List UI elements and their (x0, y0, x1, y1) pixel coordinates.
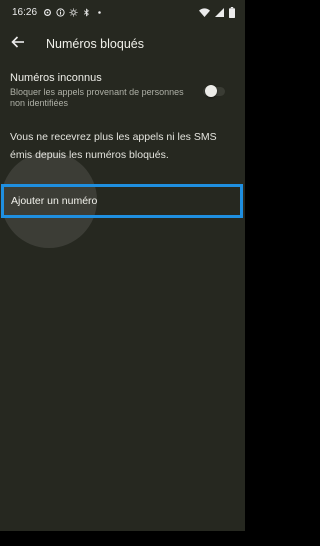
signal-icon (215, 7, 224, 17)
add-number-label: Ajouter un numéro (11, 195, 98, 207)
navigation-bar (0, 531, 245, 546)
info-icon (56, 7, 65, 17)
status-bar: 16:26 (0, 0, 245, 24)
unknown-numbers-title: Numéros inconnus (10, 72, 102, 84)
toggle-thumb (205, 85, 217, 97)
status-left-group: 16:26 (12, 7, 104, 18)
unknown-numbers-setting[interactable]: Numéros inconnus Bloquer les appels prov… (0, 68, 245, 112)
settings-icon (43, 8, 52, 17)
back-button[interactable] (0, 26, 36, 62)
brightness-icon (69, 7, 78, 17)
add-number-button[interactable]: Ajouter un numéro (1, 184, 243, 218)
bluetooth-icon (82, 7, 91, 17)
unknown-numbers-subtitle: Bloquer les appels provenant de personne… (10, 87, 184, 108)
status-time: 16:26 (12, 6, 38, 18)
arrow-back-icon (11, 35, 25, 54)
unknown-numbers-toggle[interactable] (199, 83, 227, 99)
status-right-group (199, 6, 235, 18)
dot-icon (95, 8, 104, 17)
app-bar: Numéros bloqués (0, 24, 245, 64)
screen: 16:26 Numéros bloqués Numéros inconnus B… (0, 0, 245, 546)
page-title: Numéros bloqués (46, 37, 144, 51)
battery-icon (229, 6, 235, 18)
wifi-icon (199, 7, 210, 17)
